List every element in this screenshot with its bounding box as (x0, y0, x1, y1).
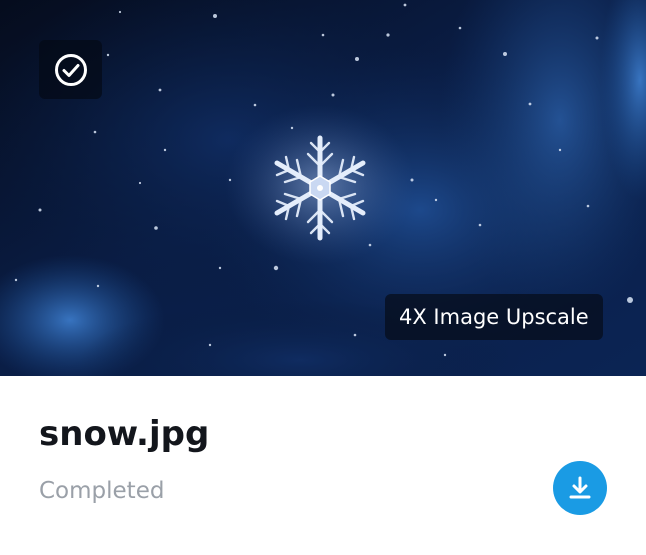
upscale-tag: 4X Image Upscale (385, 294, 603, 340)
file-name: snow.jpg (39, 414, 210, 454)
download-button[interactable] (553, 461, 607, 515)
select-toggle-button[interactable] (39, 40, 102, 99)
upscale-result-card: 4X Image Upscale snow.jpg Completed (0, 0, 646, 555)
image-preview[interactable]: 4X Image Upscale (0, 0, 646, 376)
status-text: Completed (39, 478, 165, 504)
download-icon (569, 476, 591, 499)
check-circle-icon (54, 53, 87, 86)
